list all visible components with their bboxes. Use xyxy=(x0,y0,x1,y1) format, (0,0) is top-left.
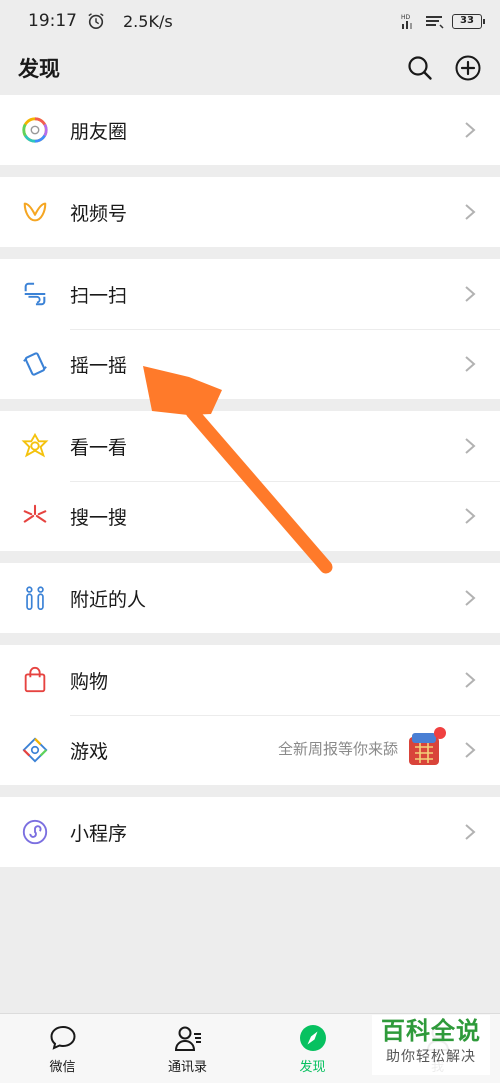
scan-icon xyxy=(20,279,50,309)
battery-icon: 33 xyxy=(452,13,485,29)
alarm-icon xyxy=(88,13,104,30)
contacts-icon xyxy=(174,1026,201,1051)
channels-icon xyxy=(20,197,50,227)
top-stories-icon xyxy=(20,431,50,461)
chevron-right-icon xyxy=(465,204,476,220)
group-mini-programs: 小程序 xyxy=(0,797,500,867)
chat-icon xyxy=(49,1025,76,1050)
tab-label: 通讯录 xyxy=(167,1059,207,1075)
chevron-right-icon xyxy=(465,590,476,606)
group-scan-shake: 扫一扫 摇一摇 xyxy=(0,259,500,399)
list-item-scan[interactable]: 扫一扫 xyxy=(0,259,500,329)
moments-icon xyxy=(20,115,50,145)
list-item-label: 朋友圈 xyxy=(70,120,128,143)
list-item-mini-programs[interactable]: 小程序 xyxy=(0,797,500,867)
chevron-right-icon xyxy=(465,824,476,840)
list-item-label: 搜一搜 xyxy=(70,506,128,529)
watermark-title: 百科全说 xyxy=(381,1017,481,1045)
list-item-shopping[interactable]: 购物 xyxy=(0,645,500,715)
chevron-right-icon xyxy=(465,672,476,688)
shake-icon xyxy=(20,349,50,379)
chevron-right-icon xyxy=(465,508,476,524)
tab-label: 发现 xyxy=(299,1059,326,1075)
watermark-logo: 百科全说 助你轻松解决 xyxy=(372,1015,490,1075)
list-item-label: 购物 xyxy=(70,670,109,693)
search-icon[interactable] xyxy=(406,54,434,82)
hd-signal-icon: HD xyxy=(401,14,412,29)
list-item-label: 小程序 xyxy=(70,822,128,845)
wifi-icon xyxy=(426,16,444,29)
tab-discover[interactable]: 发现 xyxy=(250,1014,375,1083)
list-item-top-stories[interactable]: 看一看 xyxy=(0,411,500,481)
battery-level: 33 xyxy=(460,14,474,26)
discover-icon xyxy=(299,1024,326,1051)
list-item-label: 视频号 xyxy=(70,202,128,225)
discover-list: 朋友圈 视频号 扫一扫 摇一摇 看一看 搜一搜 附近的人 购物 游戏 全新周报等… xyxy=(0,95,500,867)
games-promo: 全新周报等你来舔 xyxy=(277,727,446,767)
chevron-right-icon xyxy=(465,438,476,454)
tab-contacts[interactable]: 通讯录 xyxy=(125,1014,250,1083)
list-item-search[interactable]: 搜一搜 xyxy=(0,481,500,551)
games-icon xyxy=(20,735,50,765)
group-moments: 朋友圈 xyxy=(0,95,500,165)
list-item-label: 附近的人 xyxy=(70,588,147,611)
page-header: 发现 xyxy=(0,42,500,94)
svg-text:HD: HD xyxy=(401,14,411,21)
mini-programs-icon xyxy=(20,817,50,847)
list-item-shake[interactable]: 摇一摇 xyxy=(0,329,500,399)
watermark-subtitle: 助你轻松解决 xyxy=(386,1049,476,1065)
network-speed: 2.5K/s xyxy=(123,11,173,31)
list-item-channels[interactable]: 视频号 xyxy=(0,177,500,247)
status-time: 19:17 xyxy=(28,11,77,31)
list-item-label: 看一看 xyxy=(70,436,128,459)
list-item-moments[interactable]: 朋友圈 xyxy=(0,95,500,165)
tab-chats[interactable]: 微信 xyxy=(0,1014,125,1083)
shopping-bag-icon xyxy=(20,665,50,695)
chevron-right-icon xyxy=(465,356,476,372)
chevron-right-icon xyxy=(465,742,476,758)
list-item-people-nearby[interactable]: 附近的人 xyxy=(0,563,500,633)
people-nearby-icon xyxy=(20,583,50,613)
chevron-right-icon xyxy=(465,122,476,138)
list-item-label: 摇一摇 xyxy=(70,354,128,377)
list-item-label: 游戏 xyxy=(70,740,109,763)
status-bar: 19:17 2.5K/s HD 33 xyxy=(0,0,500,42)
notification-dot xyxy=(434,727,446,739)
games-promo-text: 全新周报等你来舔 xyxy=(277,739,398,758)
group-shopping-games: 购物 游戏 全新周报等你来舔 xyxy=(0,645,500,785)
list-item-label: 扫一扫 xyxy=(70,284,128,307)
chevron-right-icon xyxy=(465,286,476,302)
group-top-stories-search: 看一看 搜一搜 xyxy=(0,411,500,551)
group-channels: 视频号 xyxy=(0,177,500,247)
tab-label: 微信 xyxy=(49,1059,76,1075)
group-people-nearby: 附近的人 xyxy=(0,563,500,633)
search-feature-icon xyxy=(20,501,50,531)
add-circle-icon[interactable] xyxy=(454,54,482,82)
page-title: 发现 xyxy=(18,57,60,81)
game-thumbnail xyxy=(406,727,446,767)
list-item-games[interactable]: 游戏 全新周报等你来舔 xyxy=(0,715,500,785)
